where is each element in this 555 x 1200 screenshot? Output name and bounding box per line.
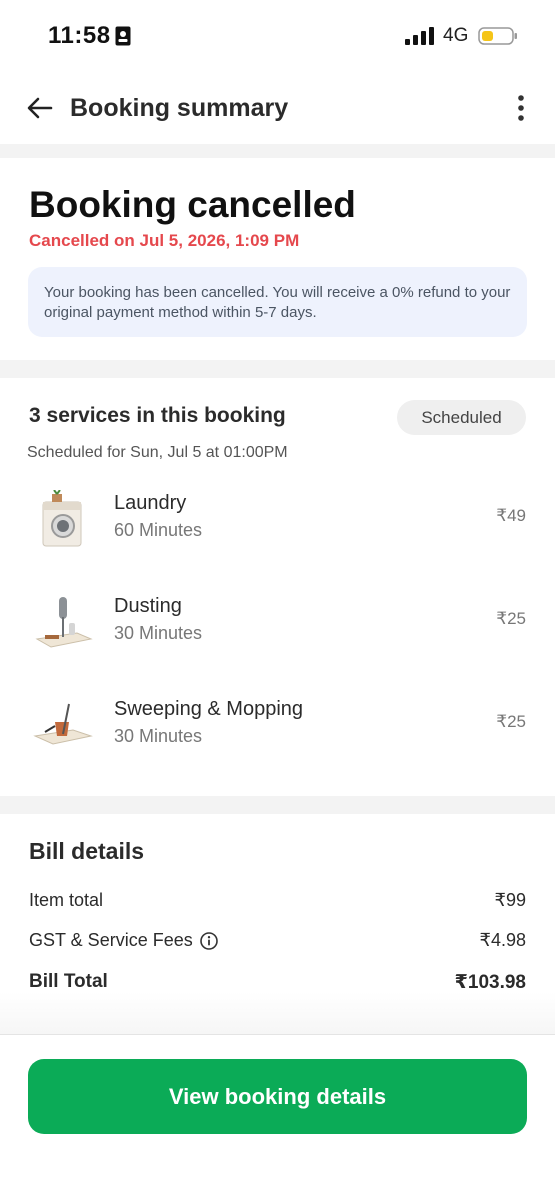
cancellation-date: Cancelled on Jul 5, 2026, 1:09 PM bbox=[29, 231, 300, 250]
scroll-fade bbox=[0, 992, 555, 1034]
info-icon[interactable] bbox=[199, 931, 218, 950]
refund-notice: Your booking has been cancelled. You wil… bbox=[28, 267, 527, 337]
status-time: 11:58 bbox=[48, 22, 111, 49]
cancellation-title: Booking cancelled bbox=[29, 184, 356, 225]
id-card-icon bbox=[115, 26, 131, 46]
status-badge: Scheduled bbox=[397, 400, 526, 435]
bill-row-item-total: Item total ₹99 bbox=[29, 890, 526, 916]
bill-label: Item total bbox=[29, 890, 104, 910]
service-name: Laundry bbox=[114, 492, 187, 514]
services-heading: 3 services in this booking bbox=[29, 404, 286, 427]
refund-notice-text: Your booking has been cancelled. You wil… bbox=[44, 284, 511, 321]
app-header: Booking summary bbox=[0, 72, 555, 144]
footer-divider bbox=[0, 1034, 555, 1035]
service-name: Sweeping & Mopping bbox=[114, 698, 304, 720]
bill-label: GST & Service Fees bbox=[29, 930, 193, 950]
service-item-sweeping-mopping: Sweeping & Mopping 30 Minutes ₹25 bbox=[0, 696, 555, 776]
service-duration: 60 Minutes bbox=[114, 520, 203, 540]
cta-label: View booking details bbox=[168, 1083, 387, 1109]
network-label: 4G bbox=[443, 25, 469, 46]
service-duration: 30 Minutes bbox=[114, 726, 203, 746]
bill-row-fees: GST & Service Fees ₹4.98 bbox=[29, 930, 526, 956]
mop-bucket-icon bbox=[33, 703, 93, 745]
view-booking-details-button[interactable]: View booking details bbox=[28, 1059, 527, 1134]
bill-amount: ₹99 bbox=[494, 890, 526, 910]
battery-icon bbox=[478, 27, 517, 45]
page-title: Booking summary bbox=[70, 94, 289, 122]
more-vertical-icon[interactable] bbox=[510, 94, 532, 122]
service-price: ₹25 bbox=[496, 712, 526, 731]
signal-icon bbox=[405, 27, 434, 45]
bill-label: Bill Total bbox=[29, 971, 108, 992]
duster-icon bbox=[35, 597, 93, 648]
bill-label-wrapper: GST & Service Fees bbox=[29, 930, 218, 951]
bill-amount: ₹4.98 bbox=[479, 930, 527, 950]
service-price: ₹25 bbox=[496, 609, 526, 628]
schedule-text: Scheduled for Sun, Jul 5 at 01:00PM bbox=[27, 444, 288, 461]
bill-amount: ₹103.98 bbox=[454, 972, 526, 993]
service-item-dusting: Dusting 30 Minutes ₹25 bbox=[0, 593, 555, 673]
bill-details-title: Bill details bbox=[29, 838, 145, 864]
service-name: Dusting bbox=[114, 595, 182, 617]
washing-machine-icon bbox=[42, 490, 82, 547]
service-price: ₹49 bbox=[496, 506, 526, 525]
status-badge-label: Scheduled bbox=[421, 407, 502, 427]
service-duration: 30 Minutes bbox=[114, 623, 203, 643]
service-item-laundry: Laundry 60 Minutes ₹49 bbox=[0, 490, 555, 570]
status-bar: 11:58 4G bbox=[0, 0, 555, 72]
back-arrow-icon[interactable] bbox=[26, 94, 54, 122]
section-divider bbox=[0, 144, 555, 158]
section-divider bbox=[0, 796, 555, 814]
section-divider bbox=[0, 360, 555, 378]
